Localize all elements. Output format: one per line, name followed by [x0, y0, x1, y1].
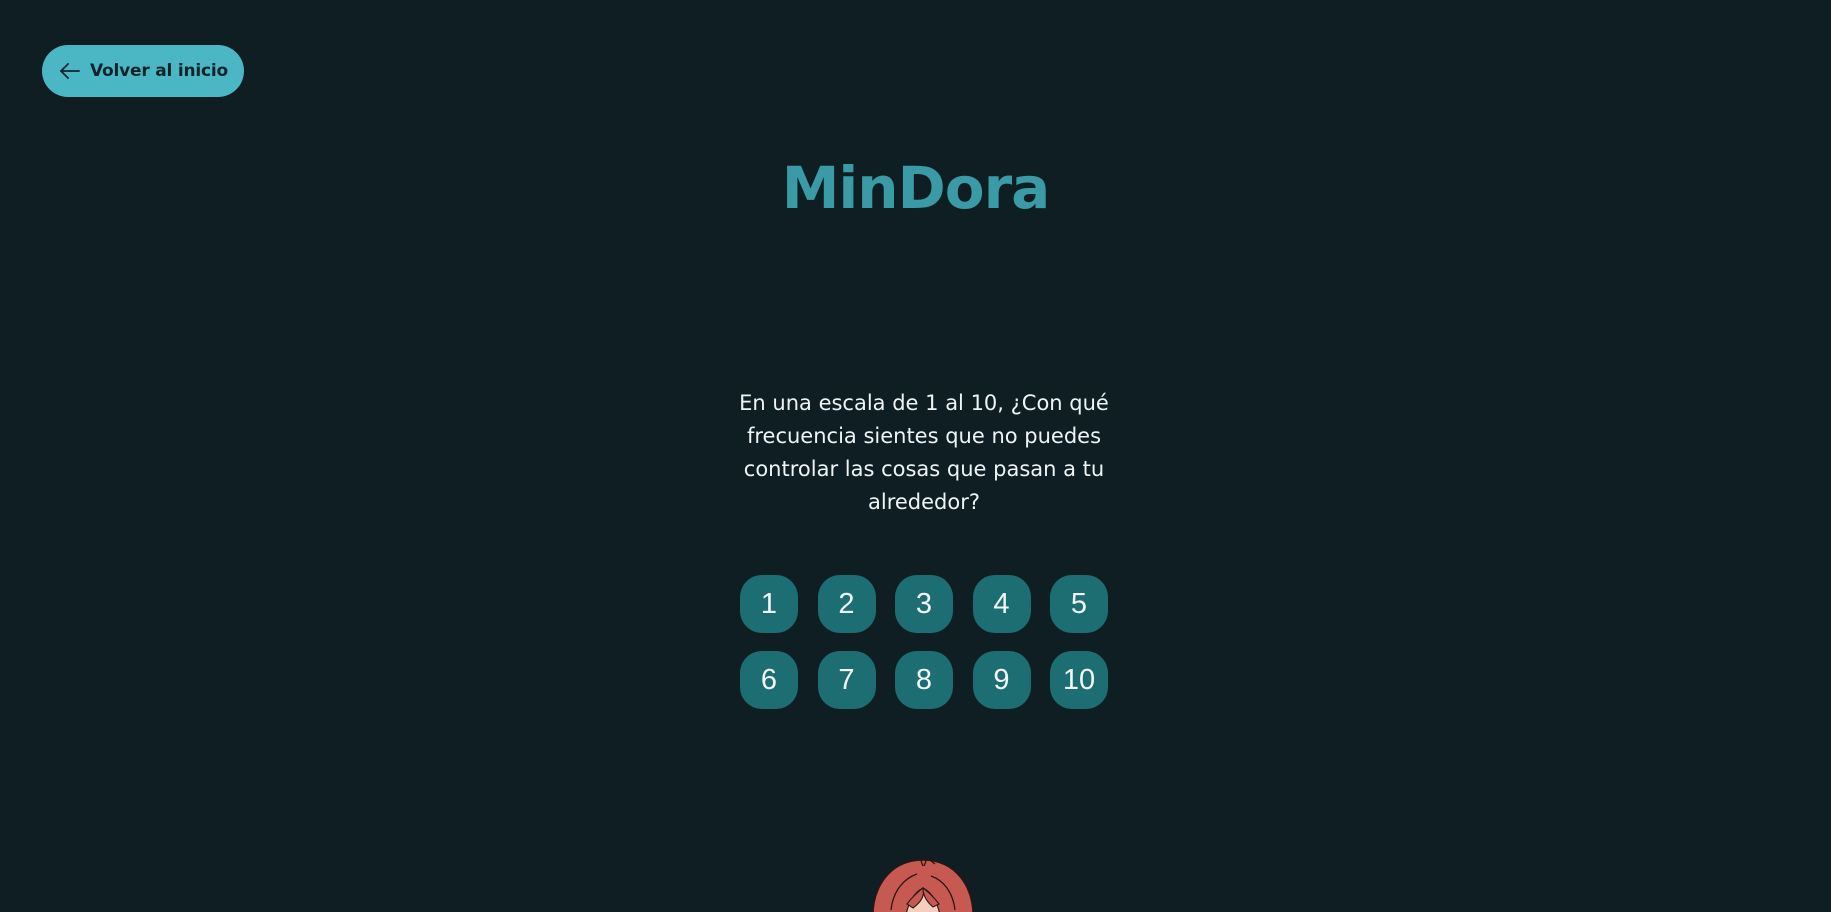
app-title: MinDora — [781, 154, 1051, 222]
arrow-left-icon — [58, 59, 82, 83]
scale-option-5[interactable]: 5 — [1050, 575, 1108, 633]
scale-option-1[interactable]: 1 — [740, 575, 798, 633]
scale-option-7[interactable]: 7 — [817, 651, 876, 709]
scale-option-2[interactable]: 2 — [817, 575, 876, 633]
scale-option-10[interactable]: 10 — [1050, 651, 1108, 709]
scale-option-6[interactable]: 6 — [740, 651, 798, 709]
scale-option-3[interactable]: 3 — [895, 575, 953, 633]
scale-option-9[interactable]: 9 — [972, 651, 1031, 709]
scale-option-4[interactable]: 4 — [972, 575, 1031, 633]
scale-option-8[interactable]: 8 — [895, 651, 953, 709]
back-to-home-button[interactable]: Volver al inicio — [42, 45, 244, 97]
back-button-label: Volver al inicio — [89, 61, 228, 81]
mascot-illustration — [865, 852, 980, 912]
scale-options: 1 2 3 4 5 6 7 8 9 10 — [740, 575, 1108, 709]
question-text: En una escala de 1 al 10, ¿Con qué frecu… — [739, 391, 1109, 514]
